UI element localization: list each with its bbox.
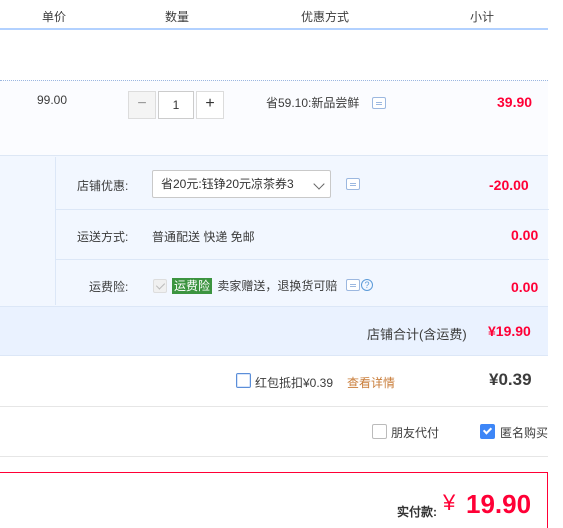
header-unit-price: 单价 — [42, 10, 67, 24]
redpacket-label: 红包抵扣¥0.39 — [255, 376, 334, 390]
shop-discount-label: 店铺优惠: — [77, 179, 129, 193]
chevron-down-icon — [313, 178, 325, 190]
anonymous-label: 匿名购买 — [500, 426, 549, 440]
shipping-label: 运送方式: — [77, 230, 129, 244]
anonymous-checkbox[interactable] — [480, 424, 495, 439]
shop-discount-select[interactable]: 省20元:钰铮20元凉茶券3 — [152, 170, 331, 198]
insurance-badge: 运费险 — [172, 278, 213, 294]
quantity-increase-button[interactable]: + — [196, 91, 224, 119]
quantity-stepper: − 1 + — [128, 91, 224, 119]
shipping-value: 普通配送 快递 免邮 — [152, 230, 255, 244]
payment-label: 实付款: — [397, 505, 437, 519]
redpacket-checkbox[interactable] — [236, 373, 251, 388]
shop-discount-amount: -20.00 — [489, 177, 529, 193]
header-discount-method: 优惠方式 — [301, 10, 350, 24]
header-quantity: 数量 — [165, 10, 190, 24]
friend-pay-checkbox[interactable] — [372, 424, 387, 439]
insurance-description: 卖家赠送，退换货可赔 — [217, 279, 338, 293]
payment-amount: 19.90 — [466, 489, 532, 519]
header-subtotal: 小计 — [470, 10, 495, 24]
shipping-amount: 0.00 — [511, 227, 539, 243]
item-unit-price: 99.00 — [37, 93, 68, 107]
insurance-amount: 0.00 — [511, 279, 539, 295]
cart-header: 单价 数量 优惠方式 小计 — [0, 0, 548, 30]
shop-total-amount: ¥19.90 — [488, 323, 531, 339]
quantity-decrease-button[interactable]: − — [128, 91, 156, 119]
friend-pay-label: 朋友代付 — [391, 426, 440, 440]
redpacket-details-link[interactable]: 查看详情 — [347, 374, 395, 391]
item-promotion: 省59.10:新品尝鲜 — [266, 96, 360, 110]
item-subtotal: 39.90 — [497, 94, 533, 110]
message-icon[interactable] — [372, 97, 386, 109]
shop-total-label: 店铺合计(含运费) — [367, 327, 467, 342]
help-icon[interactable]: ? — [361, 279, 373, 291]
quantity-input[interactable]: 1 — [158, 91, 194, 119]
cart-item-row — [0, 80, 548, 156]
payment-currency: ¥ — [443, 490, 456, 515]
message-icon[interactable] — [346, 178, 360, 190]
shop-discount-selected: 省20元:钰铮20元凉茶券3 — [161, 177, 294, 191]
insurance-checkbox — [153, 279, 167, 293]
redpacket-amount: ¥0.39 — [489, 370, 532, 389]
insurance-label: 运费险: — [89, 280, 129, 294]
message-icon[interactable] — [346, 279, 360, 291]
